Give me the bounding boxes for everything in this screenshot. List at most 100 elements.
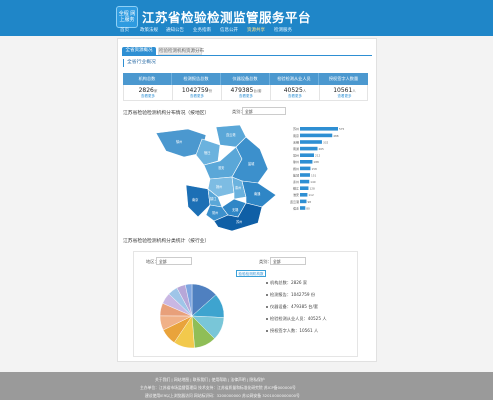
bar-mark[interactable]	[300, 179, 310, 184]
bar-category-label: 泰州	[293, 179, 299, 184]
bar-category-label: 扬州	[293, 166, 299, 171]
map-label-changzhou: 常州	[212, 210, 218, 215]
nav-item-info[interactable]: 信息公开	[220, 26, 238, 36]
stat-cell-reports: 1042759份 查看更多	[173, 85, 222, 101]
footer-links[interactable]: 关于我们 | 网站地图 | 联系我们 | 使用帮助 | 法律声明 | 隐私保护	[155, 377, 265, 383]
content-panel: 全省资源概况 检验检测机构资源分布 全省行业概况 机构总数 检测报告总数 仪器设…	[117, 38, 377, 362]
bar-mark[interactable]	[300, 133, 333, 138]
pie-summary-item: 仪器设备：479385 台/套	[266, 304, 318, 310]
bar-value-label: 112	[308, 193, 314, 197]
bar-value-label: 488	[333, 134, 339, 138]
bar-category-label: 南通	[293, 146, 299, 151]
bar-category-label: 宿迁	[293, 205, 299, 210]
bar-value-label: 575	[339, 127, 345, 131]
stats-header-row: 机构总数 检测报告总数 仪器设备总数 检验检测从业人员 授权签字人数量	[123, 73, 368, 85]
overview-title: 全省行业概况	[123, 59, 156, 67]
nav-item-policy[interactable]: 政策法规	[140, 26, 158, 36]
stat-cell-institutions: 2826家 查看更多	[124, 85, 173, 101]
map-label-nantong: 南通	[254, 191, 261, 196]
map-label-huaian: 淮安	[218, 165, 224, 170]
industry-pie-chart	[159, 283, 225, 349]
tab-distribution[interactable]: 检验检测机构资源分布	[158, 47, 204, 55]
map-section-title: 江苏省检验检测机构分布情况（按地区）	[123, 111, 210, 116]
stat-label-equipment: 仪器设备总数	[221, 73, 270, 85]
map-label-taizhou: 泰州	[235, 185, 241, 190]
nav-item-home[interactable]: 首页	[120, 26, 129, 36]
map-label-zhenjiang: 镇江	[210, 196, 217, 201]
bar-mark[interactable]	[300, 166, 311, 171]
bar-category-label: 苏州	[293, 126, 299, 131]
stat-label-signatories: 授权签字人数量	[328, 76, 359, 81]
pie-region-select[interactable]: 全部	[156, 257, 192, 265]
bar-mark[interactable]	[300, 186, 309, 190]
map-label-suzhou: 苏州	[236, 219, 242, 224]
map-label-wuxi: 无锡	[232, 207, 238, 212]
pie-category-select[interactable]: 全部	[270, 257, 306, 265]
bar-category-label: 淮安	[293, 192, 299, 197]
stat-more-link[interactable]: 查看更多	[173, 94, 221, 99]
bar-mark[interactable]	[300, 173, 310, 177]
stat-cell-signatories: 10561人 查看更多	[320, 85, 369, 101]
tab-overview[interactable]: 全省资源概况	[122, 47, 156, 55]
bar-value-label: 128	[309, 187, 315, 191]
stat-value: 10561人	[333, 87, 356, 94]
bar-value-label: 212	[315, 154, 321, 158]
nav-item-testing[interactable]: 检测服务	[274, 26, 292, 36]
bar-mark[interactable]	[300, 193, 308, 197]
bar-mark[interactable]	[300, 153, 315, 157]
bar-value-label: 265	[319, 147, 325, 151]
stat-more-link[interactable]: 查看更多	[320, 94, 369, 99]
pie-summary-item: 机构总数：2826 家	[266, 280, 307, 286]
bar-value-label: 332	[323, 140, 329, 144]
footer-record: 建议使用IE9以上浏览器访问 网站标识码：3200000000 苏公网安备 32…	[145, 393, 300, 398]
bar-mark[interactable]	[300, 127, 338, 131]
stat-value: 1042759份	[181, 87, 213, 94]
bar-value-label: 98	[307, 200, 311, 204]
pie-summary-item: 授权签字人数：10561 人	[266, 328, 318, 334]
bar-mark[interactable]	[300, 206, 306, 210]
stat-label-staff: 检验检测从业人员	[270, 73, 319, 85]
footer-sponsor: 主办单位：江苏省市场监督管理局 技术支持：江苏省质量和标准化研究院 苏ICP备0…	[140, 385, 296, 390]
stat-more-link[interactable]: 查看更多	[271, 94, 319, 99]
bar-value-label: 188	[313, 160, 319, 164]
bar-category-label: 无锡	[293, 139, 299, 144]
site-logo[interactable]: 全程 网上服务	[116, 6, 138, 28]
bar-category-label: 徐州	[293, 159, 299, 164]
map-label-xuzhou: 徐州	[176, 139, 182, 144]
nav-item-guide[interactable]: 业务指南	[193, 26, 211, 36]
logo-text: 全程 网上服务	[118, 11, 136, 23]
stat-label-institutions: 机构总数	[123, 73, 172, 85]
pie-section-title: 江苏省检验检测机构分类统计（按行业）	[123, 239, 210, 244]
pie-panel: 地区： 全部 类别： 全部 检验检测机构数 机构总数：2826 家 检测报告：1…	[133, 251, 358, 357]
bar-mark[interactable]	[300, 199, 307, 204]
stat-cell-equipment: 479385台/套 查看更多	[222, 85, 271, 101]
bar-category-label: 南京	[293, 133, 299, 138]
stat-value: 40525人	[283, 87, 307, 94]
bar-value-label: 80	[306, 206, 310, 210]
bullet-icon	[266, 330, 268, 332]
bar-value-label: 158	[311, 167, 317, 171]
site-title: 江苏省检验检测监管服务平台	[142, 10, 312, 25]
pie-legend-tag[interactable]: 检验检测机构数	[236, 270, 266, 277]
map-category-select[interactable]: 全部	[242, 107, 286, 115]
bullet-icon	[266, 318, 268, 320]
stat-more-link[interactable]: 查看更多	[222, 94, 270, 99]
stat-label-reports: 检测报告总数	[172, 73, 221, 85]
header: 全程 网上服务 江苏省检验检测监管服务平台 首页 政策法规 通知公告 业务指南 …	[0, 0, 493, 36]
bullet-icon	[266, 282, 268, 284]
jiangsu-map[interactable]: 连云港 徐州 宿迁 淮安 盐城 扬州 泰州 南通 南京 镇江 常州 无锡 苏州	[148, 123, 282, 235]
map-label-yancheng: 盐城	[248, 161, 255, 166]
stat-more-link[interactable]: 查看更多	[124, 94, 172, 99]
pie-summary-item: 检测报告：1042759 份	[266, 292, 315, 298]
region-bar-chart: 苏州 575 南京 488 无锡 332 南通 265 常州 212 徐州 188 扬州 158 盐城 151…	[290, 126, 345, 210]
nav-item-notice[interactable]: 通知公告	[166, 26, 184, 36]
bar-category-label: 镇江	[293, 186, 299, 191]
bar-mark[interactable]	[300, 146, 318, 151]
nav-item-resources[interactable]: 资源共享	[247, 26, 265, 36]
bar-mark[interactable]	[300, 160, 313, 164]
stats-values-row: 2826家 查看更多 1042759份 查看更多 479385台/套 查看更多 …	[123, 85, 368, 101]
bar-mark[interactable]	[300, 140, 322, 144]
bullet-icon	[266, 306, 268, 308]
bar-category-label: 盐城	[293, 172, 299, 177]
footer: 关于我们 | 网站地图 | 联系我们 | 使用帮助 | 法律声明 | 隐私保护 …	[0, 372, 493, 400]
